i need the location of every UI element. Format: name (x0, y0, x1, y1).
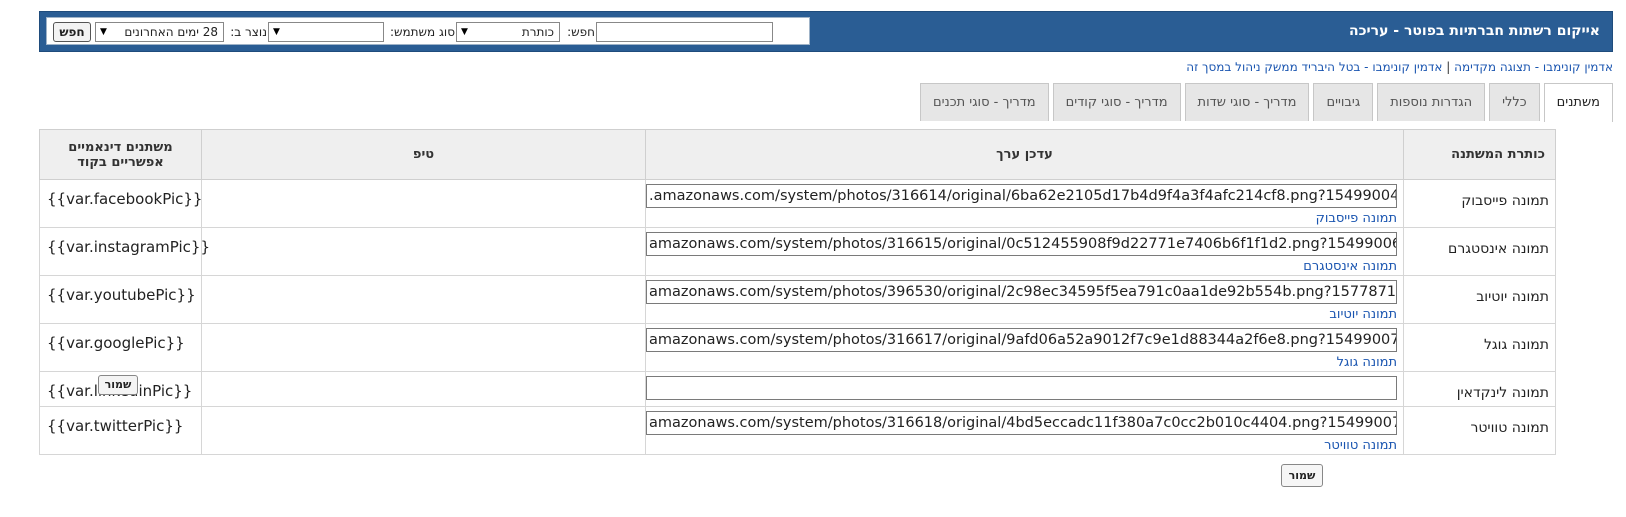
row-tip (201, 371, 646, 407)
row-name: תמונה גוגל (1403, 323, 1556, 372)
value-input[interactable] (646, 376, 1397, 400)
tab-bar: משתנים כללי הגדרות נוספות גיבויים מדריך … (916, 83, 1613, 122)
header-variable-name: כותרת המשתנה (1403, 129, 1556, 180)
row-dynamic: {{var.youtubePic}} (39, 275, 202, 324)
header-tip: טיפ (201, 129, 646, 180)
chevron-down-icon: ▼ (461, 27, 468, 37)
image-link[interactable]: תמונה גוגל (652, 355, 1397, 370)
row-value-cell: .amazonaws.com/system/photos/316614/orig… (645, 179, 1404, 228)
field-select-value: כותרת (521, 25, 554, 39)
header-dynamic-vars: משתנים דינאמיים אפשריים בקוד (39, 129, 202, 180)
table-row: תמונה גוגל amazonaws.com/system/photos/3… (39, 323, 1556, 372)
table-row: תמונה לינקדאין {{var.linkedinPic}} (39, 371, 1556, 407)
image-link[interactable]: תמונה אינסטגרם (652, 259, 1397, 274)
floating-save-button[interactable]: שמור (98, 375, 138, 395)
header-update-value: עדכן ערך (645, 129, 1404, 180)
chevron-down-icon: ▼ (273, 27, 280, 37)
variables-table: כותרת המשתנה עדכן ערך טיפ משתנים דינאמיי… (39, 129, 1556, 455)
save-button[interactable]: שמור (1281, 464, 1323, 487)
created-select-value: 28 ימים האחרונים (124, 25, 218, 39)
tab-general[interactable]: כללי (1489, 83, 1540, 121)
row-value-cell: amazonaws.com/system/photos/316615/origi… (645, 227, 1404, 276)
preview-link[interactable]: אדמין קונימבו - תצוגה מקדימה (1454, 60, 1613, 74)
row-dynamic: {{var.twitterPic}} (39, 406, 202, 455)
table-row: תמונה פייסבוק .amazonaws.com/system/phot… (39, 179, 1556, 228)
page: אייקום רשתות חברתיות בפוטר - עריכה חפש ▼… (39, 11, 1613, 487)
cancel-hybrid-link[interactable]: אדמין קונימבו - בטל היבריד ממשק ניהול במ… (1186, 60, 1442, 74)
user-type-select[interactable]: ▼ (268, 22, 384, 42)
value-input[interactable]: amazonaws.com/system/photos/316618/origi… (646, 411, 1397, 435)
tab-backups[interactable]: גיבויים (1313, 83, 1374, 121)
tab-content-types-guide[interactable]: מדריך - סוגי תכנים (920, 83, 1049, 121)
image-link[interactable]: תמונה טוויטר (652, 438, 1397, 453)
link-separator: | (1446, 60, 1451, 74)
admin-links: אדמין קונימבו - תצוגה מקדימה | אדמין קונ… (1186, 60, 1613, 74)
table-row: תמונה יוטיוב amazonaws.com/system/photos… (39, 275, 1556, 324)
tab-more-settings[interactable]: הגדרות נוספות (1377, 83, 1486, 121)
row-tip (201, 179, 646, 228)
image-link[interactable]: תמונה פייסבוק (652, 211, 1397, 226)
search-filter-bar: חפש ▼ 28 ימים האחרונים נוצר ב: ▼ סוג משת… (46, 17, 810, 45)
created-label: נוצר ב: (230, 25, 267, 39)
created-select[interactable]: ▼ 28 ימים האחרונים (95, 22, 224, 42)
tab-field-types-guide[interactable]: מדריך - סוגי שדות (1184, 83, 1310, 121)
row-tip (201, 227, 646, 276)
search-label: חפש: (567, 25, 595, 39)
page-title: אייקום רשתות חברתיות בפוטר - עריכה (1348, 23, 1600, 39)
header-bar: אייקום רשתות חברתיות בפוטר - עריכה חפש ▼… (39, 11, 1613, 52)
row-value-cell (645, 371, 1404, 407)
row-dynamic: {{var.googlePic}} (39, 323, 202, 372)
row-name: תמונה לינקדאין (1403, 371, 1556, 407)
table-row: תמונה אינסטגרם amazonaws.com/system/phot… (39, 227, 1556, 276)
row-name: תמונה פייסבוק (1403, 179, 1556, 228)
value-input[interactable]: amazonaws.com/system/photos/316617/origi… (646, 328, 1397, 352)
row-name: תמונה אינסטגרם (1403, 227, 1556, 276)
value-input[interactable]: .amazonaws.com/system/photos/316614/orig… (646, 184, 1397, 208)
image-link[interactable]: תמונה יוטיוב (652, 307, 1397, 322)
value-input[interactable]: amazonaws.com/system/photos/396530/origi… (646, 280, 1397, 304)
row-value-cell: amazonaws.com/system/photos/396530/origi… (645, 275, 1404, 324)
row-dynamic: {{var.facebookPic}} (39, 179, 202, 228)
search-input[interactable] (596, 22, 773, 42)
tab-code-types-guide[interactable]: מדריך - סוגי קודים (1052, 83, 1181, 121)
user-type-label: סוג משתמש: (389, 25, 455, 39)
field-select[interactable]: ▼ כותרת (456, 22, 560, 42)
row-tip (201, 323, 646, 372)
row-value-cell: amazonaws.com/system/photos/316618/origi… (645, 406, 1404, 455)
row-name: תמונה טוויטר (1403, 406, 1556, 455)
table-row: תמונה טוויטר amazonaws.com/system/photos… (39, 406, 1556, 455)
row-tip (201, 406, 646, 455)
value-input[interactable]: amazonaws.com/system/photos/316615/origi… (646, 232, 1397, 256)
row-value-cell: amazonaws.com/system/photos/316617/origi… (645, 323, 1404, 372)
row-tip (201, 275, 646, 324)
tab-variables[interactable]: משתנים (1543, 83, 1613, 122)
row-name: תמונה יוטיוב (1403, 275, 1556, 324)
search-button[interactable]: חפש (53, 22, 91, 42)
row-dynamic: {{var.instagramPic}} (39, 227, 210, 276)
chevron-down-icon: ▼ (100, 27, 107, 37)
table-header-row: כותרת המשתנה עדכן ערך טיפ משתנים דינאמיי… (39, 129, 1556, 180)
